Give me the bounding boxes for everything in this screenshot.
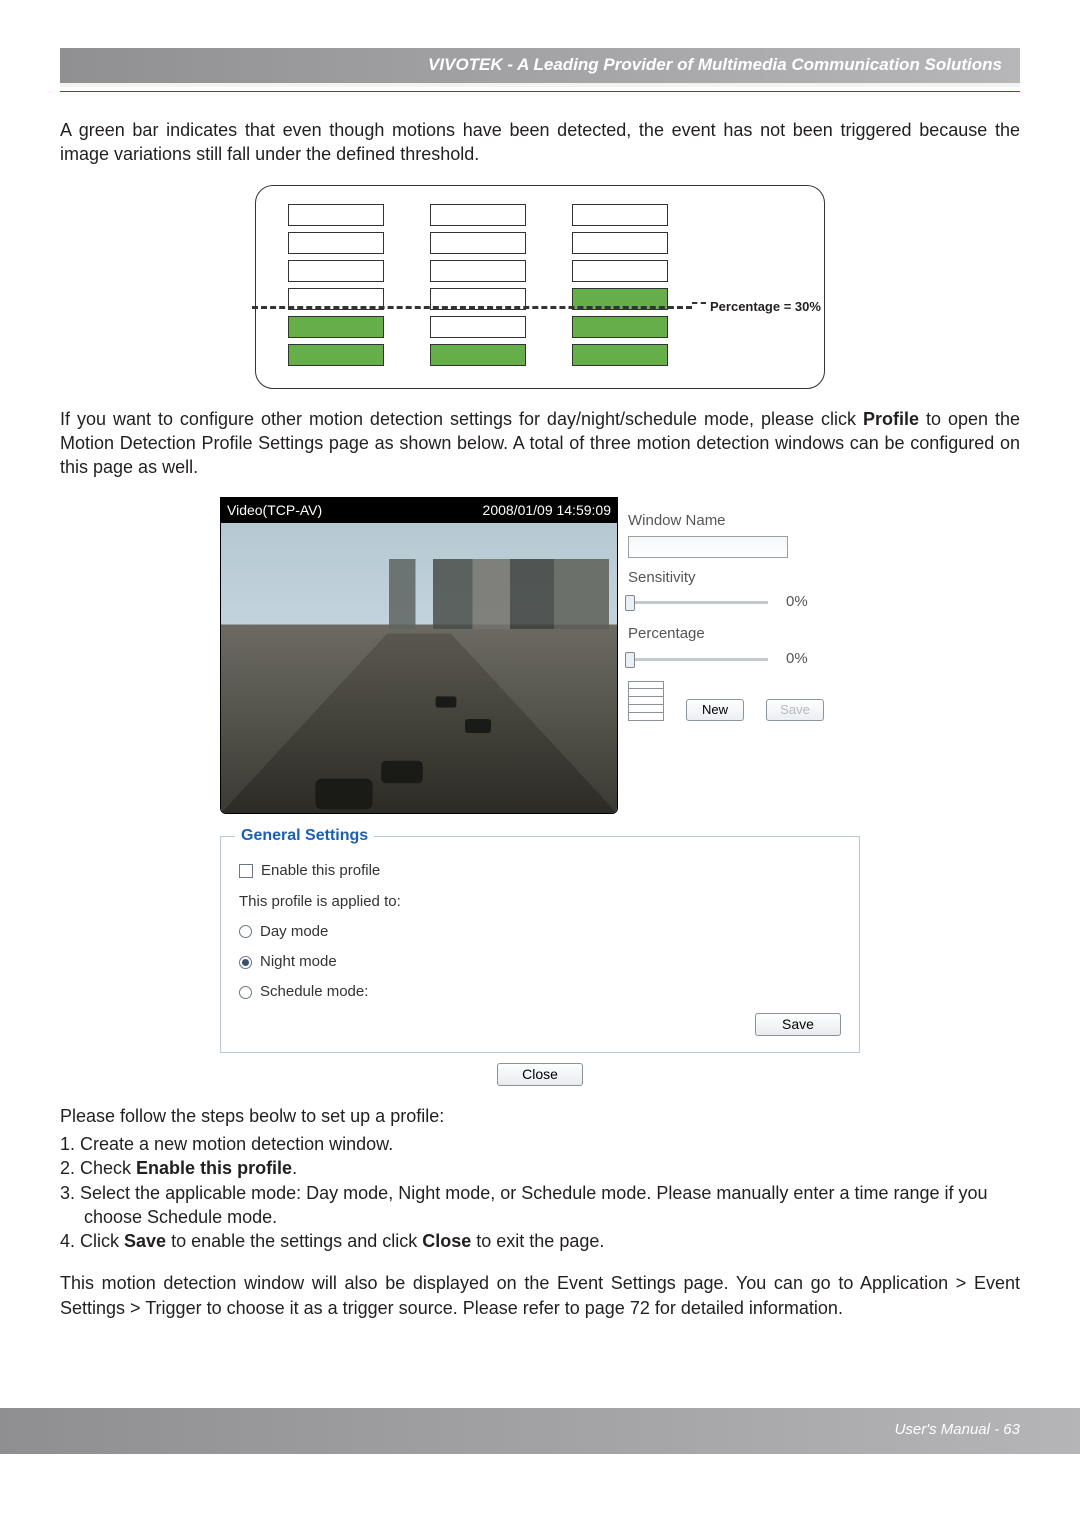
doc-header: VIVOTEK - A Leading Provider of Multimed…: [60, 48, 1020, 87]
window-name-input[interactable]: [628, 536, 788, 558]
threshold-line: [252, 306, 692, 309]
video-frame: [221, 523, 617, 813]
general-settings-legend: General Settings: [235, 825, 374, 847]
threshold-leader: [692, 302, 706, 304]
step-4: 4. Click Save to enable the settings and…: [60, 1229, 1020, 1253]
applied-to-label: This profile is applied to:: [239, 892, 401, 912]
intro-paragraph: A green bar indicates that even though m…: [60, 118, 1020, 167]
enable-profile-checkbox[interactable]: [239, 864, 253, 878]
enable-keyword: Enable this profile: [136, 1158, 292, 1178]
close-keyword: Close: [422, 1231, 471, 1251]
percentage-slider[interactable]: [628, 650, 768, 668]
steps-list: 1. Create a new motion detection window.…: [60, 1132, 1020, 1253]
closing-paragraph: This motion detection window will also b…: [60, 1271, 1020, 1320]
save-profile-button[interactable]: Save: [755, 1013, 841, 1036]
bar-column-2: [430, 204, 526, 372]
text: 4. Click: [60, 1231, 124, 1251]
step-2: 2. Check Enable this profile.: [60, 1156, 1020, 1180]
text: If you want to configure other motion de…: [60, 409, 863, 429]
save-keyword: Save: [124, 1231, 166, 1251]
profile-settings-figure: Video(TCP-AV) 2008/01/09 14:59:09 Window…: [220, 497, 860, 1085]
profile-keyword: Profile: [863, 409, 919, 429]
text: .: [292, 1158, 297, 1178]
header-rule: [60, 91, 1020, 92]
day-mode-radio[interactable]: [239, 925, 252, 938]
steps-intro: Please follow the steps beolw to set up …: [60, 1104, 1020, 1128]
schedule-mode-radio[interactable]: [239, 986, 252, 999]
sensitivity-value: 0%: [786, 592, 808, 612]
video-title: Video(TCP-AV): [227, 501, 322, 520]
window-name-label: Window Name: [628, 511, 860, 531]
threshold-diagram: Percentage = 30%: [255, 185, 825, 389]
text: to exit the page.: [471, 1231, 604, 1251]
text: to enable the settings and click: [166, 1231, 422, 1251]
threshold-label: Percentage = 30%: [710, 298, 821, 316]
video-timestamp: 2008/01/09 14:59:09: [483, 501, 611, 520]
sensitivity-slider[interactable]: [628, 593, 768, 611]
bar-column-3: [572, 204, 668, 372]
day-mode-label: Day mode: [260, 922, 328, 942]
percentage-value: 0%: [786, 649, 808, 669]
sensitivity-label: Sensitivity: [628, 568, 860, 588]
general-settings-box: General Settings Enable this profile Thi…: [220, 836, 860, 1052]
night-mode-radio[interactable]: [239, 956, 252, 969]
video-preview: Video(TCP-AV) 2008/01/09 14:59:09: [220, 497, 618, 814]
night-mode-label: Night mode: [260, 952, 337, 972]
step-3: 3. Select the applicable mode: Day mode,…: [60, 1181, 1020, 1230]
profile-paragraph: If you want to configure other motion de…: [60, 407, 1020, 480]
text: 2. Check: [60, 1158, 136, 1178]
new-button[interactable]: New: [686, 699, 744, 721]
schedule-mode-label: Schedule mode:: [260, 982, 368, 1002]
close-button[interactable]: Close: [497, 1063, 583, 1086]
level-indicator: [628, 681, 664, 721]
save-motion-button[interactable]: Save: [766, 699, 824, 721]
page-footer: User's Manual - 63: [0, 1408, 1080, 1454]
step-1: 1. Create a new motion detection window.: [60, 1132, 1020, 1156]
motion-settings-panel: Window Name Sensitivity 0% Percentage 0%: [628, 497, 860, 814]
percentage-label: Percentage: [628, 624, 860, 644]
bar-column-1: [288, 204, 384, 372]
enable-profile-label: Enable this profile: [261, 861, 380, 881]
